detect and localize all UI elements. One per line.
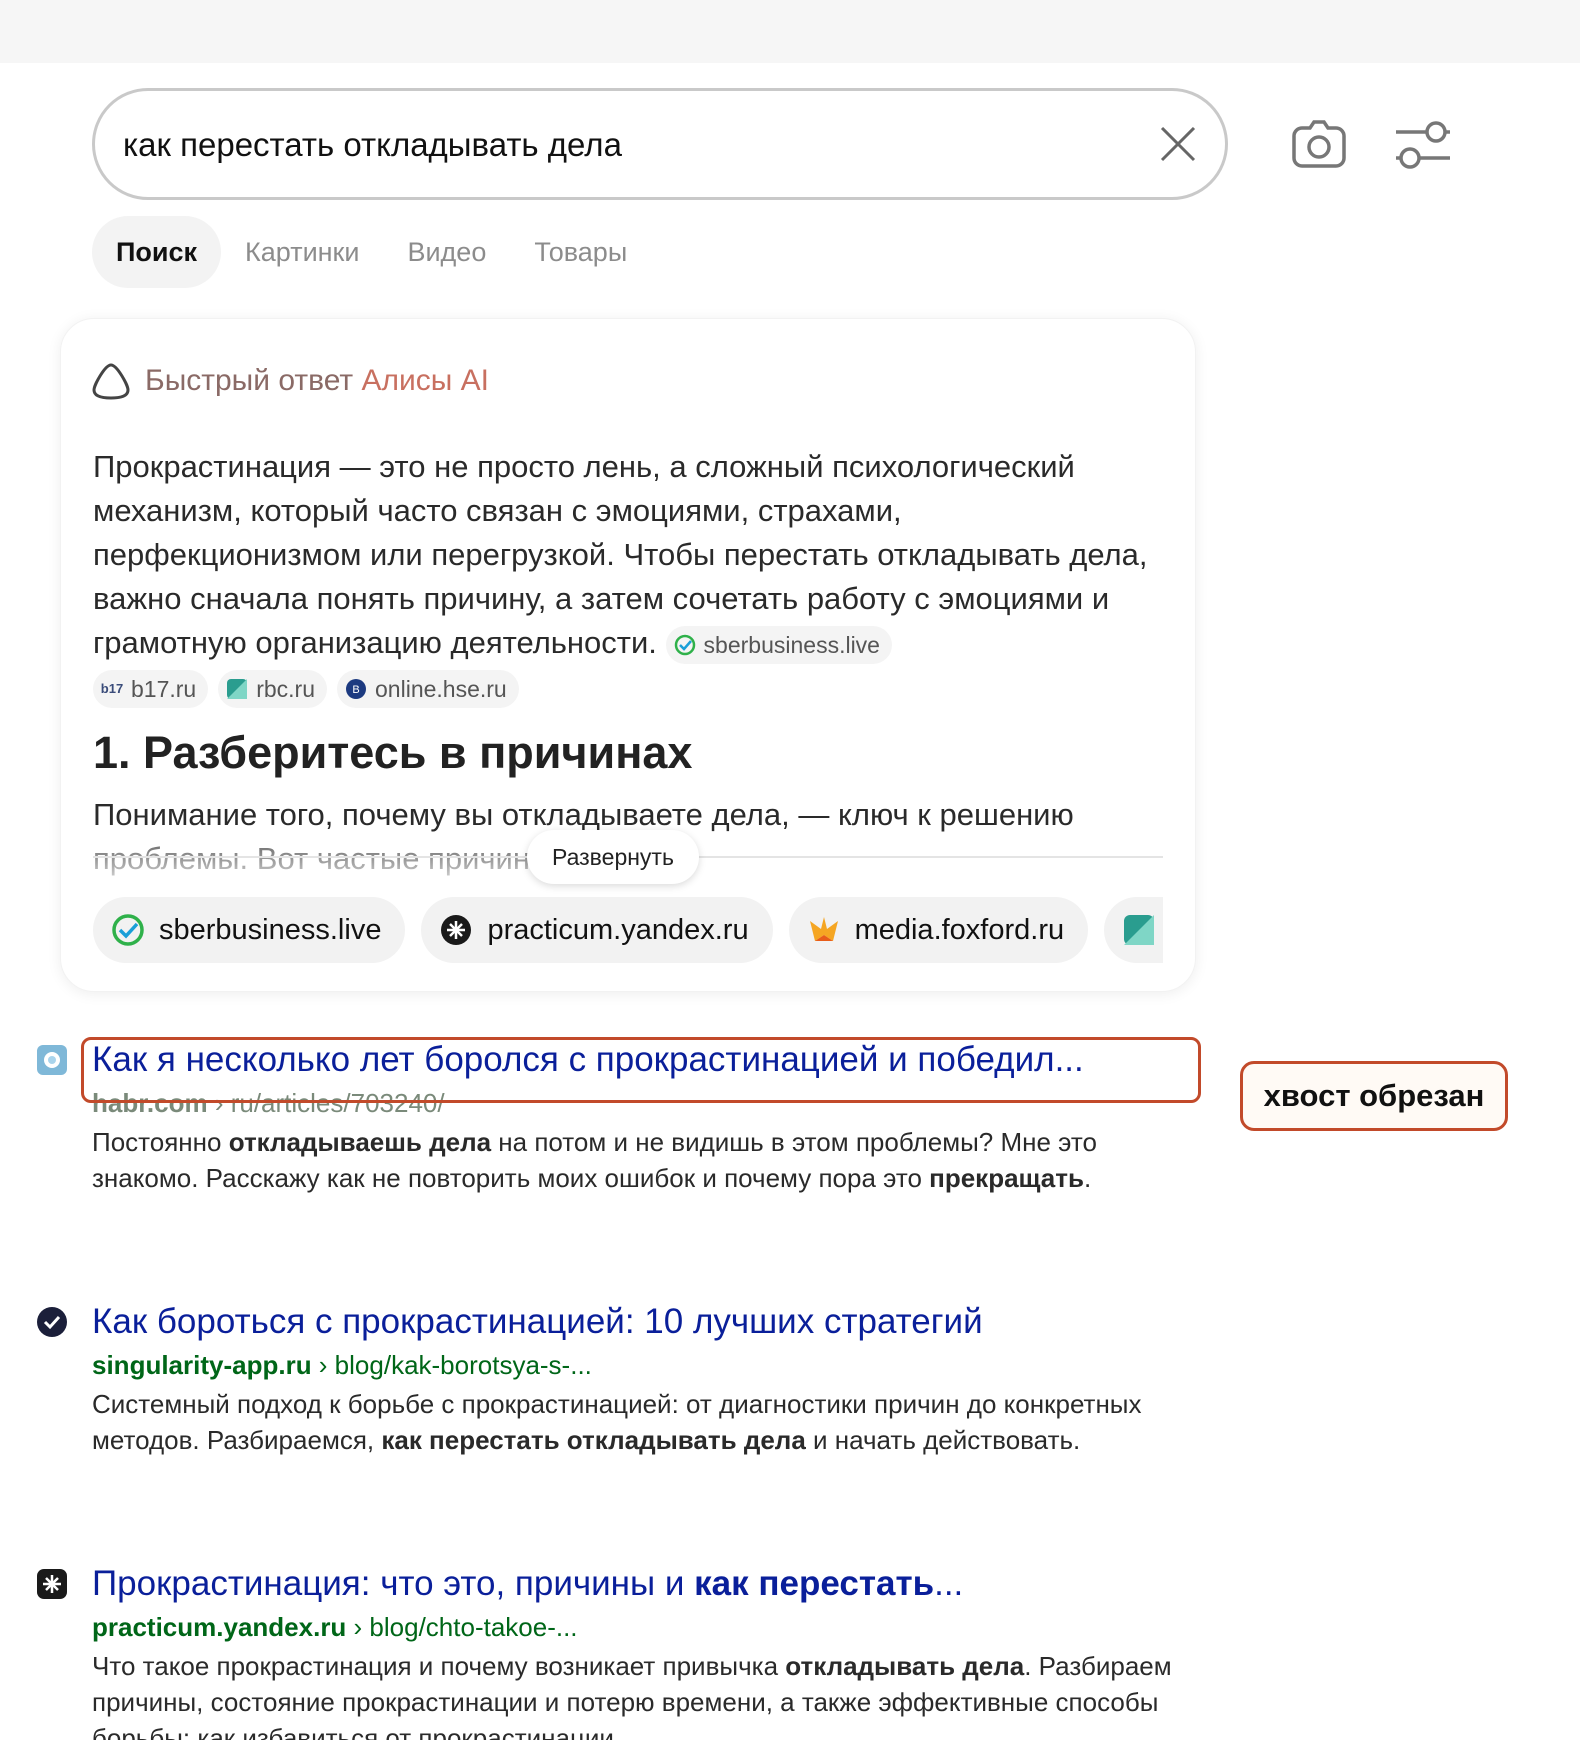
practicum-icon [36, 1568, 68, 1600]
tab-products[interactable]: Товары [510, 216, 651, 288]
svg-text:B: B [352, 684, 359, 696]
result-title-link[interactable]: Как бороться с прокрастинацией: 10 лучши… [92, 1302, 983, 1342]
result-favicon [36, 1306, 68, 1338]
source-card-sberbusiness[interactable]: sberbusiness.live [93, 897, 405, 963]
annotation-highlight-box [81, 1037, 1201, 1103]
ai-answer-heading: 1. Разберитесь в причинах [93, 727, 692, 779]
search-settings-button[interactable] [1392, 118, 1454, 172]
habr-icon [36, 1044, 68, 1076]
ai-sources-row: sberbusiness.live practicum.yandex.ru me… [93, 897, 1163, 963]
tab-search[interactable]: Поиск [92, 216, 221, 288]
ai-quick-answer-card: Быстрый ответ Алисы AI Прокрастинация — … [60, 318, 1196, 992]
search-tabs: Поиск Картинки Видео Товары [92, 216, 651, 288]
singularity-icon [36, 1306, 68, 1338]
camera-icon [1288, 116, 1350, 172]
alice-icon [91, 361, 131, 401]
source-chip-sberbusiness[interactable]: sberbusiness.live [666, 626, 892, 664]
result-snippet: Что такое прокрастинация и почему возник… [92, 1648, 1172, 1740]
search-result: Прокрастинация: что это, причины и как п… [32, 1564, 1172, 1740]
source-chip-hse[interactable]: B online.hse.ru [337, 670, 519, 708]
ai-answer-intro: Прокрастинация — это не просто лень, а с… [93, 445, 1163, 709]
source-chip-rbc[interactable]: rbc.ru [218, 670, 327, 708]
hse-icon: B [345, 678, 367, 700]
search-result: Как бороться с прокрастинацией: 10 лучши… [32, 1302, 1172, 1502]
clear-search-button[interactable] [1145, 111, 1211, 177]
annotation-label: хвост обрезан [1240, 1061, 1508, 1131]
foxford-icon [807, 913, 841, 947]
expand-button[interactable]: Развернуть [527, 830, 699, 884]
result-favicon [36, 1044, 68, 1076]
sliders-icon [1392, 118, 1454, 172]
practicum-icon [439, 913, 473, 947]
source-card-foxford[interactable]: media.foxford.ru [789, 897, 1089, 963]
result-snippet: Системный подход к борьбе с прокрастинац… [92, 1386, 1172, 1458]
rbc-icon [1122, 913, 1156, 947]
tab-video[interactable]: Видео [383, 216, 510, 288]
result-title-link[interactable]: Прокрастинация: что это, причины и как п… [92, 1564, 963, 1604]
sberbusiness-icon [111, 913, 145, 947]
source-card-rbc[interactable] [1104, 897, 1163, 963]
result-favicon [36, 1568, 68, 1600]
image-search-button[interactable] [1288, 116, 1350, 172]
ai-answer-title: Быстрый ответ Алисы AI [145, 364, 489, 398]
result-url[interactable]: practicum.yandex.ru › blog/chto-takoe-..… [92, 1612, 578, 1643]
result-url[interactable]: singularity-app.ru › blog/kak-borotsya-s… [92, 1350, 592, 1381]
rbc-icon [226, 678, 248, 700]
tab-images[interactable]: Картинки [221, 216, 383, 288]
ai-answer-header: Быстрый ответ Алисы AI [91, 361, 489, 401]
browser-top-bar [0, 0, 1580, 63]
result-snippet: Постоянно откладываешь дела на потом и н… [92, 1124, 1172, 1196]
search-input[interactable] [123, 117, 1103, 173]
b17-icon: b17 [101, 678, 123, 700]
search-box[interactable] [92, 88, 1228, 200]
source-card-practicum[interactable]: practicum.yandex.ru [421, 897, 772, 963]
source-chip-b17[interactable]: b17 b17.ru [93, 670, 208, 708]
close-icon [1158, 124, 1198, 164]
sberbusiness-icon [674, 634, 696, 656]
